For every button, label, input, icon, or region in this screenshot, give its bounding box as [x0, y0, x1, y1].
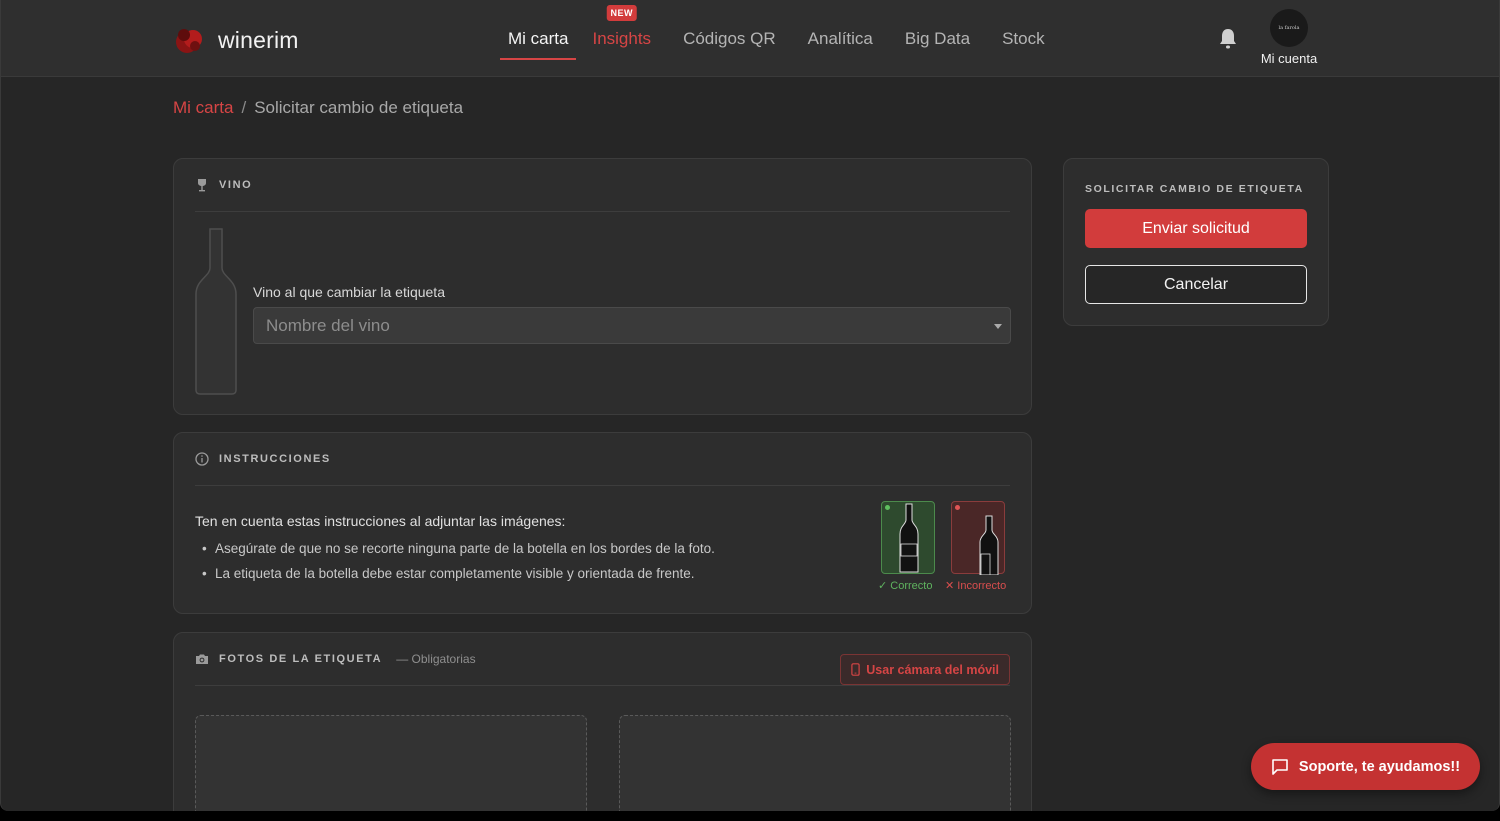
nav-label: Códigos QR [683, 28, 776, 48]
wine-section-title: VINO [219, 179, 253, 191]
winerim-logo-icon [176, 29, 202, 53]
photo-dropzone-front[interactable] [195, 715, 587, 811]
bottle-cropped-icon [979, 515, 999, 575]
label-photos-card: FOTOS DE LA ETIQUETA — Obligatorias Usar… [173, 632, 1032, 811]
wine-glass-icon [198, 179, 206, 192]
wine-section-header: VINO [195, 159, 1010, 212]
cancel-button[interactable]: Cancelar [1085, 265, 1307, 304]
support-label: Soporte, te ayudamos!! [1298, 758, 1461, 775]
instruction-item: Asegúrate de que no se recorte ninguna p… [202, 541, 715, 556]
nav-item-insights[interactable]: NEW Insights [576, 0, 667, 77]
account-menu[interactable]: la farola Mi cuenta [1251, 9, 1327, 66]
avatar: la farola [1270, 9, 1308, 47]
wine-field-label: Vino al que cambiar la etiqueta [253, 284, 445, 300]
photos-header: FOTOS DE LA ETIQUETA — Obligatorias Usar… [195, 633, 1010, 686]
main-nav: Mi carta NEW Insights Códigos QR Analíti… [500, 0, 1061, 77]
wine-section-card: VINO Vino al que cambiar la etiqueta Nom… [173, 158, 1032, 415]
breadcrumb-separator: / [241, 98, 247, 117]
incorrect-caption: ✕ Incorrecto [945, 580, 1007, 592]
nav-item-stock[interactable]: Stock [986, 0, 1061, 77]
chevron-down-icon [994, 324, 1002, 329]
top-navigation-bar: winerim Mi carta NEW Insights Códigos QR… [1, 0, 1499, 77]
account-label: Mi cuenta [1260, 51, 1318, 66]
wine-select-placeholder: Nombre del vino [266, 315, 390, 335]
nav-label: Stock [1002, 28, 1045, 48]
wine-name-select[interactable]: Nombre del vino [253, 307, 1011, 344]
breadcrumb-current: Solicitar cambio de etiqueta [254, 98, 464, 117]
nav-item-analitica[interactable]: Analítica [792, 0, 889, 77]
info-circle-icon [195, 452, 209, 466]
nav-item-big-data[interactable]: Big Data [889, 0, 986, 77]
instructions-title: INSTRUCCIONES [219, 453, 331, 465]
correct-example-image [881, 501, 935, 574]
mobile-phone-icon [851, 663, 860, 676]
nav-label: Insights [592, 28, 652, 48]
new-badge: NEW [606, 5, 638, 21]
send-request-button[interactable]: Enviar solicitud [1085, 209, 1307, 248]
nav-item-codigos-qr[interactable]: Códigos QR [667, 0, 792, 77]
chat-bubble-icon [1272, 758, 1288, 775]
use-mobile-camera-button[interactable]: Usar cámara del móvil [840, 654, 1010, 685]
instruction-item: La etiqueta de la botella debe estar com… [202, 566, 715, 581]
instructions-list: Asegúrate de que no se recorte ninguna p… [202, 541, 715, 591]
photos-required-note: — Obligatorias [396, 652, 476, 666]
bottle-placeholder-icon [195, 228, 237, 395]
request-actions-panel: SOLICITAR CAMBIO DE ETIQUETA Enviar soli… [1063, 158, 1329, 326]
correct-caption: ✓ Correcto [878, 580, 933, 592]
brand-name: winerim [218, 26, 299, 53]
nav-label: Big Data [904, 28, 971, 48]
brand-logo[interactable]: winerim [173, 24, 299, 56]
breadcrumb: Mi carta / Solicitar cambio de etiqueta [173, 98, 463, 118]
instructions-header: INSTRUCCIONES [195, 433, 1010, 486]
breadcrumb-link-mi-carta[interactable]: Mi carta [173, 98, 233, 118]
nav-label: Mi carta [508, 28, 569, 48]
nav-item-mi-carta[interactable]: Mi carta [500, 0, 577, 77]
instructions-card: INSTRUCCIONES Ten en cuenta estas instru… [173, 432, 1032, 614]
instructions-lead: Ten en cuenta estas instrucciones al adj… [195, 513, 566, 529]
photos-title: FOTOS DE LA ETIQUETA [219, 653, 383, 665]
photo-dropzone-back[interactable] [619, 715, 1011, 811]
bottle-centered-icon [899, 503, 919, 573]
app-window: winerim Mi carta NEW Insights Códigos QR… [0, 0, 1500, 811]
support-chat-button[interactable]: Soporte, te ayudamos!! [1251, 743, 1480, 790]
incorrect-example-image [951, 501, 1005, 575]
bell-icon[interactable] [1218, 28, 1238, 50]
camera-button-label: Usar cámara del móvil [866, 662, 999, 677]
avatar-logo-text: la farola [1278, 25, 1300, 31]
nav-label: Analítica [807, 28, 873, 48]
side-panel-title: SOLICITAR CAMBIO DE ETIQUETA [1085, 183, 1304, 195]
camera-icon [196, 654, 208, 664]
